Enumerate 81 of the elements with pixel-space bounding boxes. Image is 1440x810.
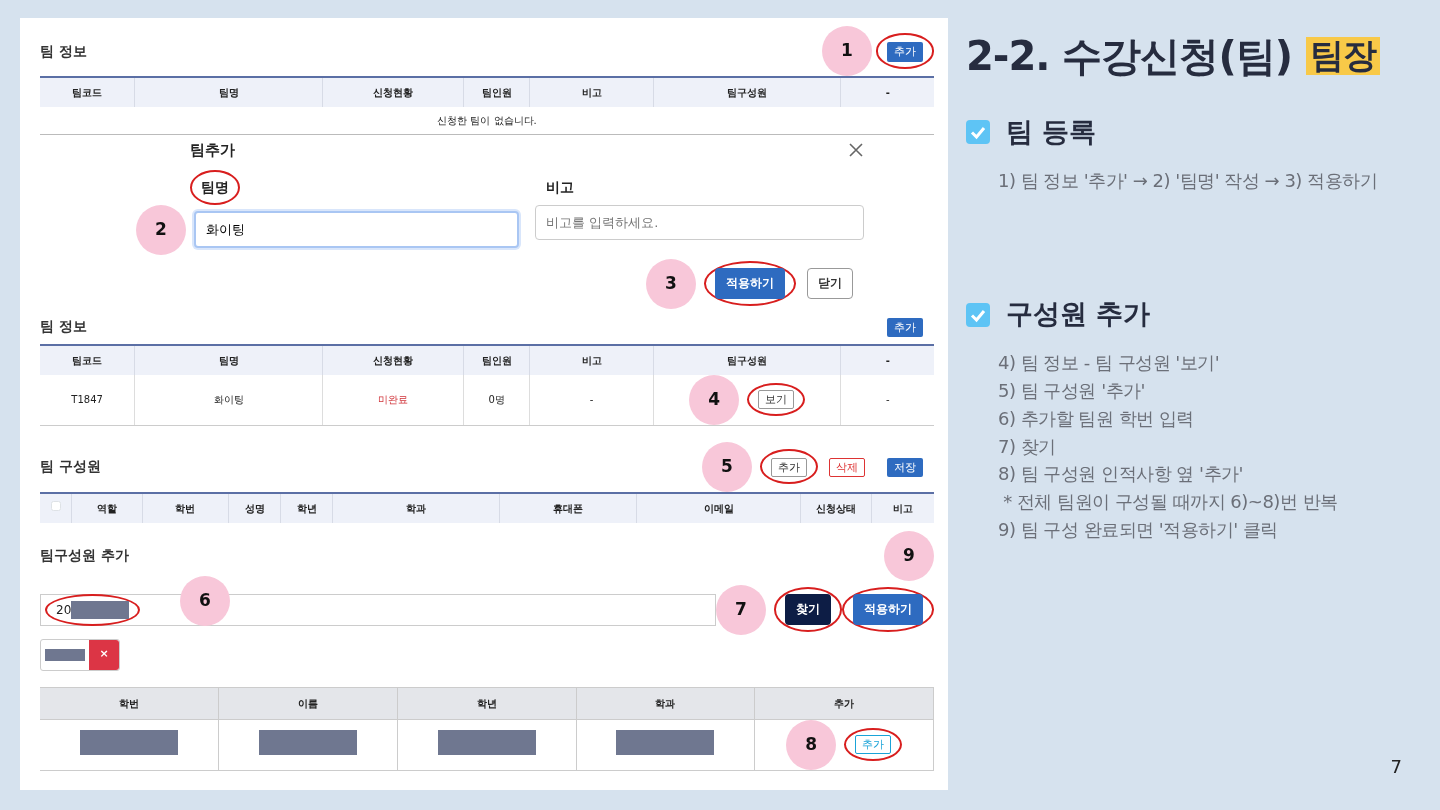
instruction-line: 5) 팀 구성원 '추가' [998,378,1147,403]
field-label: 비고 [546,178,574,195]
field-value: 20 [56,601,72,619]
field-label: 팀명 [201,178,229,195]
column-header: 팀인원 [463,77,530,107]
column-header: 학년 [280,492,333,523]
input-field[interactable]: 화이팅 [194,210,519,249]
column-header: 비고 [529,77,654,107]
instruction-line: 6) 추가할 팀원 학번 입력 [998,406,1195,431]
column-header: 팀인원 [463,344,530,375]
remove-button[interactable]: × [89,639,119,670]
column-header: 팀명 [134,344,323,375]
modal-title: 팀추가 [190,140,235,161]
section-title: 팀 구성원 [40,457,101,477]
step-marker: 4 [689,374,740,425]
table-cell: T1847 [40,374,135,426]
column-header: 팀코드 [40,77,135,107]
table-cell: 미완료 [322,374,464,426]
button[interactable]: 적용하기 [853,594,923,625]
column-header: 학년 [397,687,577,720]
column-header: 휴대폰 [499,492,637,523]
column-header: 신청현황 [322,77,464,107]
section-heading: 구성원 추가 [1006,297,1151,332]
column-header: 성명 [228,492,281,523]
empty-message: 신청한 팀이 없습니다. [40,107,934,135]
button[interactable]: 저장 [887,458,923,478]
instruction-line: 8) 팀 구성원 인적사항 옆 '추가' [998,462,1244,487]
table-cell: 0명 [463,374,530,426]
instruction-line: 9) 팀 구성 완료되면 '적용하기' 클릭 [998,518,1279,543]
section-title: 팀 정보 [40,316,87,336]
button[interactable]: 찾기 [785,594,831,625]
step-marker: 6 [180,575,230,626]
button[interactable]: 추가 [855,735,892,755]
column-header: 팀코드 [40,344,135,375]
button[interactable]: 추가 [887,317,923,337]
column-header: 팀구성원 [653,77,841,107]
instruction-line: * 전체 팀원이 구성될 때까지 6)~8)번 반복 [1002,490,1339,515]
step-marker: 8 [786,719,837,770]
table-cell: - [529,374,654,426]
checkbox[interactable] [50,500,61,511]
column-header: 이름 [218,687,398,720]
button[interactable]: 적용하기 [715,268,785,299]
button[interactable]: 추가 [887,42,923,62]
slide-title: 2-2. 수강신청(팀) [966,32,1292,81]
step-marker: 2 [136,204,186,255]
column-header: 신청상태 [800,492,872,523]
button[interactable]: 보기 [758,390,795,410]
column-header: 비고 [871,492,934,523]
page-number: 7 [1390,755,1402,779]
column-header: - [840,77,934,107]
step-marker: 5 [702,441,752,492]
section-title: 팀구성원 추가 [40,546,129,566]
column-header: 역할 [71,492,143,523]
section-heading: 팀 등록 [1006,115,1097,149]
column-header: 학번 [40,687,219,720]
column-header: 팀명 [134,77,323,107]
close-icon[interactable] [848,142,864,159]
step-marker: 3 [646,258,696,309]
step-marker: 7 [716,584,766,635]
role-tag: 팀장 [1305,37,1380,75]
button[interactable]: 추가 [771,458,807,478]
instruction-line: 7) 찾기 [998,434,1057,459]
table-cell: 화이팅 [134,374,323,426]
column-header: 팀구성원 [653,344,841,375]
column-header: 비고 [529,344,654,375]
column-header: 학과 [332,492,500,523]
input-field[interactable]: 비고를 입력하세요. [535,204,864,240]
step-marker: 9 [884,530,934,581]
column-header: 이메일 [636,492,801,523]
table-cell: - [840,374,934,426]
instruction-line: 4) 팀 정보 - 팀 구성원 '보기' [998,350,1221,375]
column-header: 학번 [142,492,229,523]
section-title: 팀 정보 [40,41,87,61]
step-marker: 1 [822,26,872,76]
instruction-line: 1) 팀 정보 '추가' → 2) '팀명' 작성 → 3) 적용하기 [998,168,1379,193]
column-header: 신청현황 [322,344,464,375]
button[interactable]: 닫기 [807,268,853,299]
column-header: 추가 [754,687,934,720]
column-header: - [840,344,934,375]
column-header: 학과 [576,687,755,720]
button[interactable]: 삭제 [829,458,865,478]
